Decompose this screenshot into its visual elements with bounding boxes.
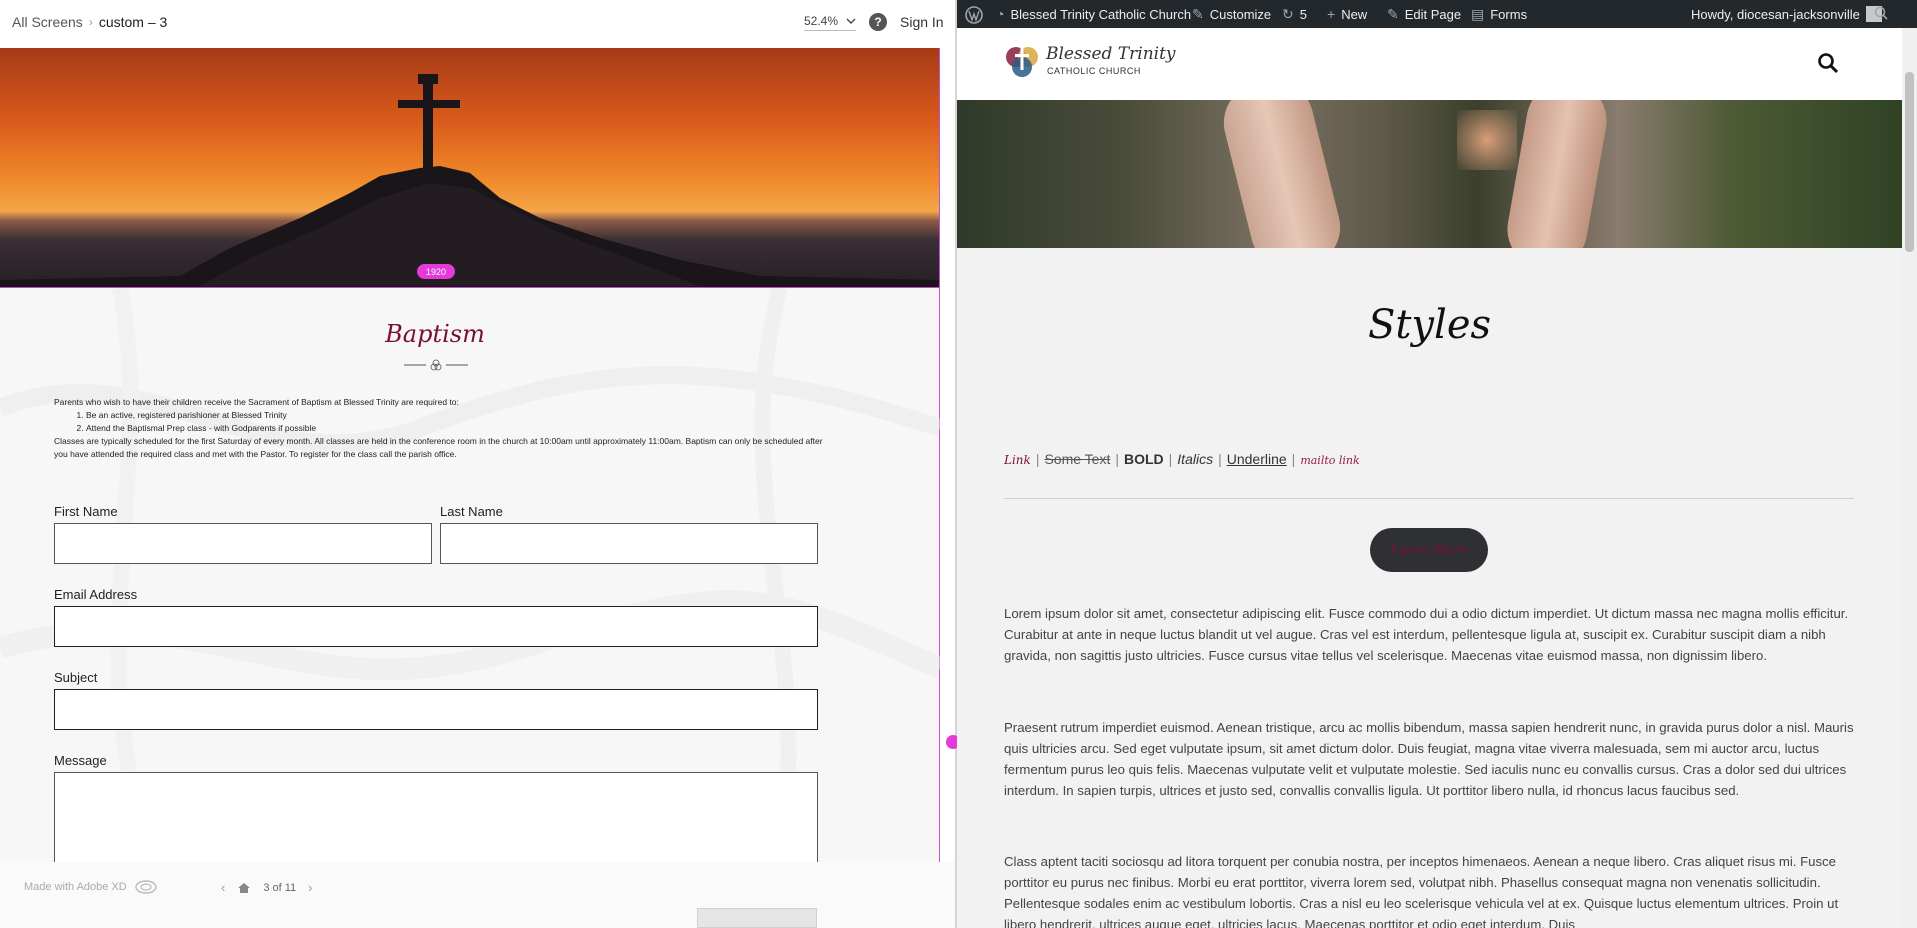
last-name-label: Last Name [440, 504, 503, 519]
xd-top-bar: All Screens › custom – 3 52.4% ? Sign In [0, 0, 955, 48]
ornament-divider-icon [404, 359, 468, 371]
home-icon[interactable] [237, 882, 251, 894]
sample-bold: BOLD [1123, 451, 1164, 467]
edit-page-label: Edit Page [1404, 7, 1462, 22]
email-label: Email Address [54, 587, 138, 602]
chevron-down-icon [846, 18, 856, 24]
plus-icon: + [1327, 6, 1336, 22]
new-link[interactable]: + New [1327, 6, 1367, 22]
body-paragraph: Praesent rutrum imperdiet euismod. Aenea… [1004, 720, 1854, 798]
customize-link[interactable]: ✎ Customize [1192, 6, 1271, 23]
forms-icon: ▤ [1471, 6, 1485, 22]
screen: All Screens › custom – 3 52.4% ? Sign In [0, 0, 1917, 928]
requirement-item: Attend the Baptismal Prep class - with G… [86, 422, 824, 435]
logo-name[interactable]: Blessed Trinity [1046, 44, 1176, 64]
subject-label: Subject [54, 670, 98, 685]
site-header: Blessed Trinity CATHOLIC CHURCH [957, 28, 1902, 100]
current-screen-name: custom – 3 [98, 14, 168, 30]
first-name-input[interactable] [54, 523, 432, 564]
all-screens-link[interactable]: All Screens [12, 14, 83, 30]
previous-screen-icon[interactable]: ‹ [221, 880, 225, 895]
baptism-requirements-text: Parents who wish to have their children … [54, 396, 824, 461]
site-name: Blessed Trinity Catholic Church [1010, 6, 1192, 22]
partial-submit-button[interactable] [697, 908, 817, 928]
sample-italics: Italics [1177, 451, 1214, 467]
pencil-icon: ✎ [1387, 6, 1399, 22]
pager-count: 3 of 11 [263, 881, 297, 894]
baptism-title: Baptism [385, 320, 485, 348]
cross-on-rock-illustration [0, 74, 940, 288]
refresh-icon: ↻ [1282, 6, 1294, 22]
body-paragraph: Class aptent taciti sociosqu ad litora t… [1004, 854, 1839, 928]
first-name-label: First Name [54, 504, 118, 519]
paintbrush-icon: ✎ [1192, 6, 1204, 22]
wp-admin-bar: ◔ Blessed Trinity Catholic Church ✎ Cust… [957, 0, 1917, 28]
intro-paragraph: Parents who wish to have their children … [54, 397, 459, 407]
breakpoint-badge: 1920 [417, 264, 455, 279]
dashboard-icon: ◔ [996, 6, 1005, 22]
separator: | [1035, 451, 1040, 467]
admin-site-link[interactable]: ◔ Blessed Trinity Catholic Church [996, 6, 1191, 22]
chevron-right-icon: › [88, 15, 93, 29]
requirements-list: Be an active, registered parishioner at … [54, 409, 824, 435]
sample-strikethrough: Some Text [1044, 451, 1111, 467]
customize-label: Customize [1209, 7, 1272, 22]
horizontal-rule [1004, 498, 1854, 499]
sample-mailto-link[interactable]: mailto link [1300, 454, 1359, 467]
separator: | [1115, 451, 1119, 467]
breadcrumb: All Screens › custom – 3 [12, 14, 167, 30]
forms-label: Forms [1490, 7, 1528, 22]
learn-more-button[interactable]: Learn More [1370, 528, 1488, 572]
updates-count: 5 [1299, 7, 1307, 22]
separator: | [1291, 451, 1296, 467]
sample-link[interactable]: Link [1004, 453, 1031, 467]
new-label: New [1341, 6, 1368, 22]
help-icon[interactable]: ? [869, 13, 887, 31]
howdy-label: Howdy, diocesan-jacksonville [1691, 6, 1860, 22]
search-icon[interactable] [1817, 52, 1839, 74]
scrollbar-thumb[interactable] [1905, 72, 1914, 252]
hero-banner-image [957, 100, 1902, 248]
wordpress-logo-icon[interactable] [965, 6, 983, 24]
separator: | [1218, 451, 1222, 467]
updates-link[interactable]: ↻ 5 [1282, 6, 1307, 23]
hero-sunset-image: 1920 [0, 48, 940, 288]
sample-underline: Underline [1226, 451, 1287, 467]
made-with-xd: Made with Adobe XD [24, 880, 157, 894]
body-paragraph: Lorem ipsum dolor sit amet, consectetur … [1004, 606, 1849, 663]
subject-input[interactable] [54, 689, 818, 730]
separator: | [1168, 451, 1173, 467]
creative-cloud-icon [135, 880, 157, 894]
last-name-input[interactable] [440, 523, 818, 564]
admin-search-icon[interactable] [1874, 6, 1888, 20]
xd-viewer-pane: All Screens › custom – 3 52.4% ? Sign In [0, 0, 955, 928]
my-account-link[interactable]: Howdy, diocesan-jacksonville [1691, 6, 1882, 22]
edit-page-link[interactable]: ✎ Edit Page [1387, 6, 1461, 23]
made-with-xd-text: Made with Adobe XD [24, 881, 127, 893]
forms-link[interactable]: ▤ Forms [1471, 6, 1527, 23]
wordpress-pane: ◔ Blessed Trinity Catholic Church ✎ Cust… [957, 0, 1917, 928]
page-title: Styles [1367, 302, 1492, 348]
page-scrollbar[interactable] [1902, 28, 1917, 928]
artboard: 1920 Baptism Parents who wish to have th… [0, 48, 940, 918]
logo-subtitle: CATHOLIC CHURCH [1047, 66, 1141, 76]
requirement-item: Be an active, registered parishioner at … [86, 409, 824, 422]
closing-paragraph: Classes are typically scheduled for the … [54, 436, 823, 459]
zoom-select[interactable]: 52.4% [804, 14, 857, 31]
next-screen-icon[interactable]: › [308, 880, 312, 895]
screen-pager: ‹ 3 of 11 › [221, 880, 313, 895]
content-area [957, 248, 1902, 928]
sign-in-button[interactable]: Sign In [900, 14, 944, 30]
message-label: Message [54, 753, 107, 768]
zoom-value: 52.4% [804, 14, 839, 28]
typography-samples: Link | Some Text | BOLD | Italics | Unde… [1004, 451, 1360, 467]
email-input[interactable] [54, 606, 818, 647]
church-logo-icon[interactable] [1003, 42, 1041, 80]
